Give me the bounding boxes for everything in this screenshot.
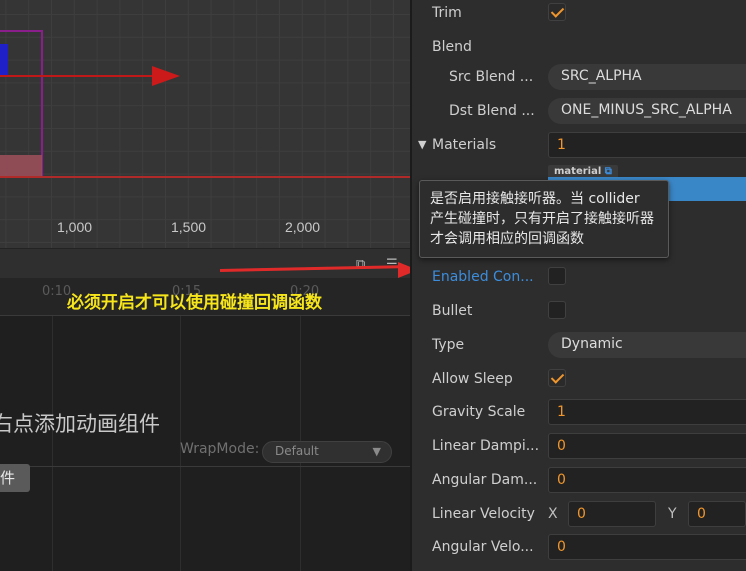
linear-velocity-x-field[interactable]: 0	[568, 501, 656, 527]
add-animation-hint: 右点添加动画组件	[0, 412, 160, 436]
prop-trim: Trim	[412, 0, 746, 30]
prop-dst-blend: Dst Blend ... ONE_MINUS_SRC_ALPHA	[412, 98, 746, 128]
divider	[0, 466, 410, 467]
chevron-down-icon: ▼	[372, 445, 381, 458]
prop-label: Materials	[432, 137, 497, 153]
prop-label: Trim	[432, 5, 462, 21]
popout-icon[interactable]: ⧉	[356, 257, 365, 272]
bullet-checkbox[interactable]	[548, 301, 566, 319]
src-blend-select[interactable]: SRC_ALPHA	[548, 64, 746, 90]
enabled-contact-checkbox[interactable]	[548, 267, 566, 285]
prop-label: Angular Dam...	[432, 472, 538, 488]
property-tooltip: 是否启用接触接听器。当 collider 产生碰撞时，只有开启了接触接听器才会调…	[419, 180, 669, 258]
scene-tick: 2,000	[285, 219, 321, 235]
prop-linear-damping: Linear Dampi... 0	[412, 433, 746, 463]
wrap-mode-label: WrapMode:	[180, 441, 260, 457]
materials-count-field[interactable]: 1	[548, 132, 746, 158]
gravity-scale-field[interactable]: 1	[548, 399, 746, 425]
type-select[interactable]: Dynamic	[548, 332, 746, 358]
prop-label: Blend	[432, 39, 472, 55]
angular-velocity-field[interactable]: 0	[548, 534, 746, 560]
prop-materials: ▼ Materials 1	[412, 132, 746, 162]
prop-blend: Blend	[412, 34, 746, 64]
wrap-mode-select[interactable]: Default ▼	[262, 441, 392, 463]
inspector-panel: Trim Blend Src Blend ... SRC_ALPHA Dst B…	[412, 0, 746, 571]
link-icon: ⧉	[604, 166, 612, 177]
x-axis-gizmo[interactable]	[0, 75, 158, 77]
prop-label: Gravity Scale	[432, 404, 526, 420]
timeline-panel: 0:10 0:15 0:20 右点添加动画组件 WrapMode: Defaul…	[0, 278, 410, 571]
prop-src-blend: Src Blend ... SRC_ALPHA	[412, 64, 746, 94]
angular-damping-field[interactable]: 0	[548, 467, 746, 493]
prop-gravity-scale: Gravity Scale 1	[412, 399, 746, 429]
prop-label: Linear Dampi...	[432, 438, 540, 454]
prop-label: Dst Blend ...	[449, 103, 535, 119]
prop-label: Allow Sleep	[432, 371, 513, 387]
trim-checkbox[interactable]	[548, 3, 566, 21]
expand-arrow-icon[interactable]: ▼	[418, 138, 426, 151]
prop-label: Type	[432, 337, 465, 353]
material-tag-label: material	[554, 166, 602, 177]
scene-view[interactable]: 1,000 1,500 2,000	[0, 0, 410, 248]
prop-bullet: Bullet	[412, 298, 746, 328]
scene-tick: 1,000	[57, 219, 93, 235]
dst-blend-select[interactable]: ONE_MINUS_SRC_ALPHA	[548, 98, 746, 124]
prop-label: Angular Velo...	[432, 539, 534, 555]
collider-shape	[0, 155, 42, 177]
x-label: X	[548, 506, 558, 522]
prop-type: Type Dynamic	[412, 332, 746, 362]
prop-label: Enabled Con...	[432, 269, 534, 285]
grid-line	[52, 316, 53, 571]
x-axis-arrow-icon[interactable]	[152, 66, 180, 86]
prop-label: Bullet	[432, 303, 473, 319]
ground-line	[0, 176, 410, 178]
allow-sleep-checkbox[interactable]	[548, 369, 566, 387]
prop-label: Linear Velocity	[432, 506, 535, 522]
linear-damping-field[interactable]: 0	[548, 433, 746, 459]
scene-tick: 1,500	[171, 219, 207, 235]
prop-allow-sleep: Allow Sleep	[412, 366, 746, 396]
linear-velocity-y-field[interactable]: 0	[688, 501, 746, 527]
timeline-toolbar: ⧉ ☰	[0, 248, 410, 278]
prop-angular-velocity: Angular Velo... 0	[412, 534, 746, 564]
prop-label: Src Blend ...	[449, 69, 534, 85]
y-label: Y	[668, 506, 677, 522]
prop-linear-velocity: Linear Velocity X 0 Y 0	[412, 501, 746, 531]
wrap-mode-value: Default	[275, 444, 319, 458]
annotation-text: 必须开启才可以使用碰撞回调函数	[67, 293, 322, 313]
prop-enabled-contact: Enabled Con...	[412, 264, 746, 294]
add-component-button[interactable]: 件	[0, 464, 30, 492]
prop-angular-damping: Angular Dam... 0	[412, 467, 746, 497]
